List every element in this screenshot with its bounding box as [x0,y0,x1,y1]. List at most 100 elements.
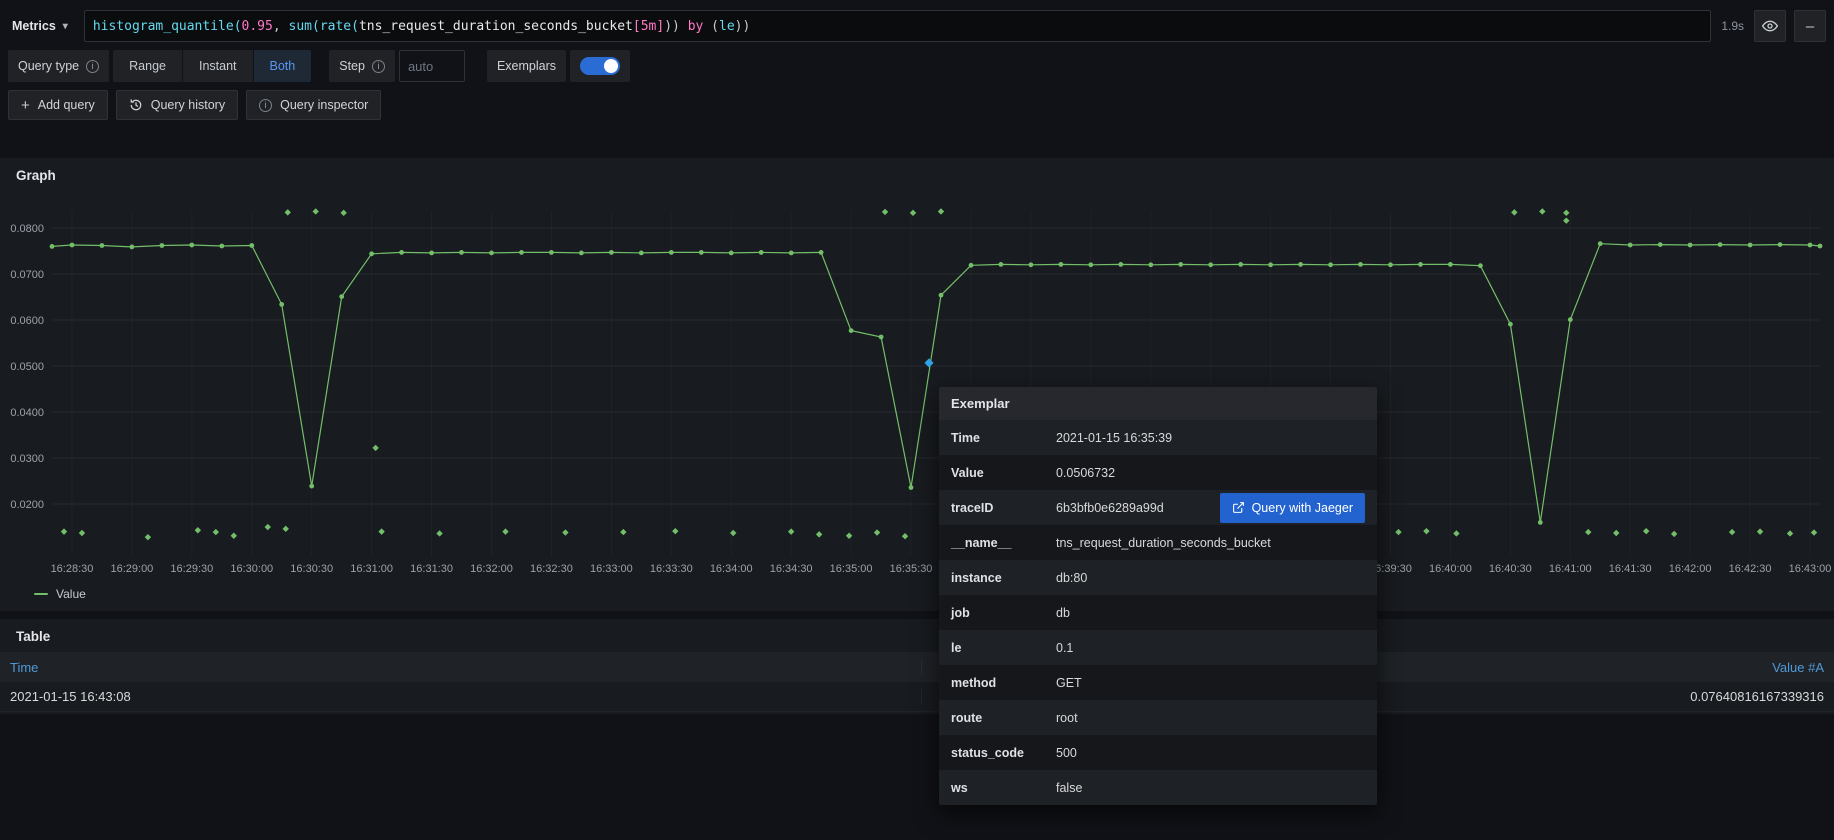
series-data-point[interactable] [429,251,434,256]
exemplar-marker[interactable] [882,209,888,215]
exemplar-marker[interactable] [502,528,508,534]
exemplar-marker[interactable] [372,445,378,451]
series-data-point[interactable] [1208,262,1213,267]
series-data-point[interactable] [100,243,105,248]
promql-query-input[interactable]: histogram_quantile(0.95, sum(rate(tns_re… [84,10,1712,42]
query-type-option-range[interactable]: Range [113,50,182,82]
series-data-point[interactable] [160,243,165,248]
exemplar-marker[interactable] [1585,529,1591,535]
series-data-point[interactable] [849,328,854,333]
exemplar-marker[interactable] [1539,208,1545,214]
series-data-point[interactable] [1808,243,1813,248]
exemplar-marker[interactable] [1563,217,1569,223]
exemplar-marker[interactable] [145,534,151,540]
exemplar-marker[interactable] [285,209,291,215]
series-data-point[interactable] [579,251,584,256]
series-data-point[interactable] [1598,241,1603,246]
exemplar-marker[interactable] [61,528,67,534]
exemplar-marker[interactable] [1729,529,1735,535]
exemplar-marker[interactable] [231,533,237,539]
metrics-dropdown[interactable]: Metrics ▾ [8,10,76,42]
series-data-point[interactable] [279,302,284,307]
series-data-point[interactable] [1118,262,1123,267]
series-data-point[interactable] [969,263,974,268]
series-data-point[interactable] [249,243,254,248]
series-data-point[interactable] [729,251,734,256]
series-data-point[interactable] [789,251,794,256]
exemplar-marker[interactable] [436,530,442,536]
series-data-point[interactable] [1178,262,1183,267]
series-data-point[interactable] [1748,243,1753,248]
exemplar-marker[interactable] [1671,531,1677,537]
exemplar-marker[interactable] [1757,528,1763,534]
series-data-point[interactable] [1059,262,1064,267]
series-data-point[interactable] [1298,262,1303,267]
series-data-point[interactable] [1148,262,1153,267]
exemplar-marker[interactable] [265,524,271,530]
series-data-point[interactable] [339,294,344,299]
exemplar-marker[interactable] [1395,529,1401,535]
exemplars-toggle[interactable] [580,57,620,75]
add-query-button[interactable]: + Add query [8,90,108,120]
exemplar-marker[interactable] [1643,528,1649,534]
series-data-point[interactable] [1628,243,1633,248]
series-data-point[interactable] [50,244,55,249]
series-data-point[interactable] [1538,520,1543,525]
exemplar-marker[interactable] [79,530,85,536]
series-data-point[interactable] [1448,262,1453,267]
series-data-point[interactable] [1388,262,1393,267]
exemplar-marker[interactable] [195,527,201,533]
series-data-point[interactable] [1818,244,1823,249]
query-inspector-button[interactable]: i Query inspector [246,90,381,120]
exemplar-marker[interactable] [313,208,319,214]
series-data-point[interactable] [669,250,674,255]
series-data-point[interactable] [1029,262,1034,267]
query-with-jaeger-button[interactable]: Query with Jaeger [1220,493,1365,523]
series-data-point[interactable] [879,335,884,340]
series-data-point[interactable] [489,251,494,256]
series-data-point[interactable] [939,293,944,298]
series-data-point[interactable] [1778,242,1783,247]
exemplar-marker[interactable] [213,529,219,535]
series-data-point[interactable] [189,243,194,248]
graph-canvas[interactable]: 16:28:3016:29:0016:29:3016:30:0016:30:30… [0,191,1834,583]
query-history-button[interactable]: Query history [116,90,238,120]
series-data-point[interactable] [1328,262,1333,267]
series-data-point[interactable] [549,250,554,255]
series-data-point[interactable] [1508,322,1513,327]
series-data-point[interactable] [219,244,224,249]
exemplar-marker[interactable] [902,533,908,539]
exemplar-marker[interactable] [788,528,794,534]
series-data-point[interactable] [1088,262,1093,267]
series-data-point[interactable] [399,250,404,255]
exemplar-marker[interactable] [938,208,944,214]
series-data-point[interactable] [609,250,614,255]
exemplar-marker[interactable] [620,529,626,535]
graph-legend[interactable]: Value [0,583,1834,611]
series-data-point[interactable] [639,251,644,256]
step-input[interactable] [399,50,465,82]
series-data-point[interactable] [309,484,314,489]
series-data-point[interactable] [759,250,764,255]
series-data-point[interactable] [369,251,374,256]
series-data-point[interactable] [909,485,914,490]
exemplar-marker[interactable] [672,528,678,534]
series-data-point[interactable] [1238,262,1243,267]
series-data-point[interactable] [1568,317,1573,322]
exemplar-marker[interactable] [1787,530,1793,536]
query-type-option-both[interactable]: Both [254,50,312,82]
series-data-point[interactable] [1658,242,1663,247]
series-data-point[interactable] [819,250,824,255]
series-data-point[interactable] [70,243,75,248]
series-data-point[interactable] [699,250,704,255]
exemplar-marker[interactable] [816,531,822,537]
series-data-point[interactable] [1688,243,1693,248]
series-data-point[interactable] [459,250,464,255]
query-preview-eye-button[interactable] [1754,10,1786,42]
table-header-time[interactable]: Time [10,660,922,675]
exemplar-marker[interactable] [340,210,346,216]
exemplar-marker[interactable] [283,526,289,532]
series-data-point[interactable] [519,250,524,255]
exemplar-marker[interactable] [1613,530,1619,536]
exemplar-marker[interactable] [1811,529,1817,535]
